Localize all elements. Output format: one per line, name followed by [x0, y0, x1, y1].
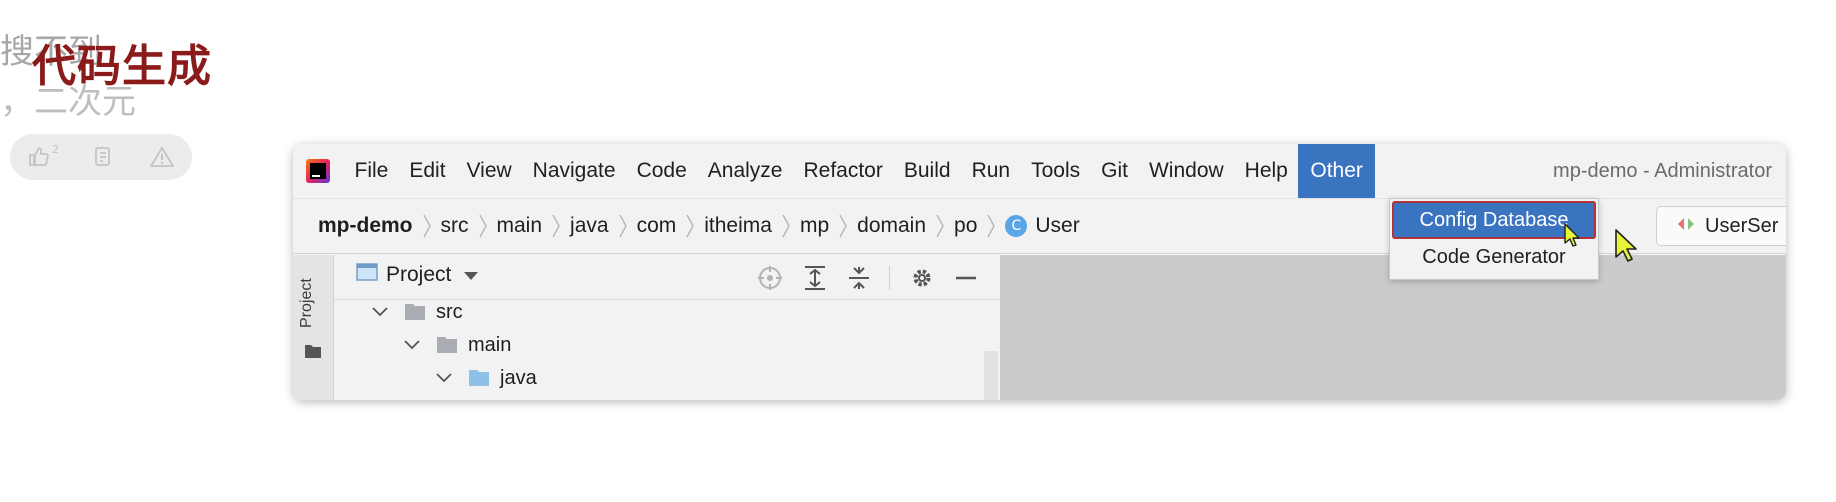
- source-folder-icon: [468, 369, 490, 387]
- mouse-cursor-icon: [1563, 222, 1583, 252]
- project-panel-title: Project: [386, 263, 452, 286]
- menu-window[interactable]: Window: [1138, 144, 1234, 198]
- chevron-down-icon: [463, 263, 479, 287]
- chevron-right-icon: [986, 213, 996, 239]
- breadcrumb-main[interactable]: main: [497, 214, 543, 238]
- run-configuration-selector[interactable]: UserSer: [1656, 206, 1786, 246]
- tool-window-strip: Project: [293, 255, 334, 400]
- select-opened-file-icon[interactable]: [757, 265, 783, 291]
- favorite-button[interactable]: [93, 145, 115, 169]
- like-count: 2: [52, 143, 59, 156]
- tree-item-label: main: [468, 333, 512, 356]
- class-icon: C: [1005, 215, 1028, 237]
- window-title: mp-demo - Administrator: [1553, 160, 1772, 182]
- project-panel-header: Project: [334, 255, 1000, 300]
- code-file-icon: [1677, 215, 1695, 238]
- chevron-down-icon[interactable]: [404, 340, 420, 350]
- chevron-right-icon: [781, 213, 791, 239]
- reaction-bar: 2: [10, 134, 192, 180]
- menu-git[interactable]: Git: [1091, 144, 1139, 198]
- menu-view[interactable]: View: [456, 144, 522, 198]
- folder-icon: [304, 343, 322, 363]
- tree-item-src[interactable]: src: [372, 295, 463, 329]
- toolbar-divider: [889, 266, 890, 290]
- tree-item-label: src: [436, 300, 463, 323]
- chevron-down-icon[interactable]: [372, 307, 388, 317]
- tree-item-main[interactable]: main: [404, 328, 511, 362]
- project-view-selector[interactable]: Project: [356, 263, 479, 287]
- report-button[interactable]: [149, 145, 175, 169]
- breadcrumb-mp[interactable]: mp: [800, 214, 829, 238]
- menu-file[interactable]: File: [344, 144, 399, 198]
- menu-refactor[interactable]: Refactor: [793, 144, 893, 198]
- warning-icon: [150, 147, 174, 167]
- menu-analyze[interactable]: Analyze: [697, 144, 793, 198]
- menu-edit[interactable]: Edit: [399, 144, 456, 198]
- breadcrumb-itheima[interactable]: itheima: [704, 214, 772, 238]
- menu-help[interactable]: Help: [1234, 144, 1298, 198]
- like-button[interactable]: 2: [27, 143, 59, 169]
- menu-navigate[interactable]: Navigate: [522, 144, 626, 198]
- chevron-right-icon: [478, 213, 488, 239]
- chevron-right-icon: [838, 213, 848, 239]
- page-title: 代码生成: [32, 41, 212, 92]
- gear-icon[interactable]: [910, 266, 934, 290]
- project-window-icon: [356, 263, 378, 287]
- menu-bar: File Edit View Navigate Code Analyze Ref…: [293, 144, 1786, 198]
- chevron-down-icon[interactable]: [436, 373, 452, 383]
- menu-tools[interactable]: Tools: [1021, 144, 1091, 198]
- menu-run[interactable]: Run: [961, 144, 1021, 198]
- chevron-right-icon: [685, 213, 695, 239]
- chevron-right-icon: [618, 213, 628, 239]
- breadcrumb-com[interactable]: com: [637, 214, 677, 238]
- breadcrumb-java[interactable]: java: [570, 214, 609, 238]
- tree-item-label: java: [500, 366, 537, 389]
- menu-code[interactable]: Code: [626, 144, 697, 198]
- project-side-tab[interactable]: Project: [298, 278, 316, 328]
- note-icon: [95, 147, 110, 166]
- minimize-icon[interactable]: [954, 266, 978, 290]
- breadcrumb-project[interactable]: mp-demo: [318, 214, 413, 238]
- scrollbar[interactable]: [984, 351, 998, 400]
- menu-build[interactable]: Build: [893, 144, 961, 198]
- breadcrumb-po[interactable]: po: [954, 214, 977, 238]
- tree-item-java[interactable]: java: [436, 361, 537, 395]
- breadcrumb-src[interactable]: src: [441, 214, 469, 238]
- mouse-cursor-icon: [1614, 228, 1642, 268]
- breadcrumb-domain[interactable]: domain: [857, 214, 926, 238]
- run-configuration-label: UserSer: [1705, 214, 1779, 237]
- chevron-right-icon: [551, 213, 561, 239]
- chevron-right-icon: [935, 213, 945, 239]
- folder-icon: [436, 336, 458, 354]
- thumbs-up-icon: [29, 147, 49, 166]
- project-panel: Project src main java: [334, 255, 1000, 400]
- expand-all-icon[interactable]: [803, 265, 827, 291]
- collapse-all-icon[interactable]: [847, 265, 871, 291]
- intellij-logo-icon: [306, 159, 330, 183]
- chevron-right-icon: [422, 213, 432, 239]
- menu-other[interactable]: Other: [1298, 144, 1375, 198]
- folder-icon: [404, 303, 426, 321]
- breadcrumb-class[interactable]: User: [1035, 214, 1079, 238]
